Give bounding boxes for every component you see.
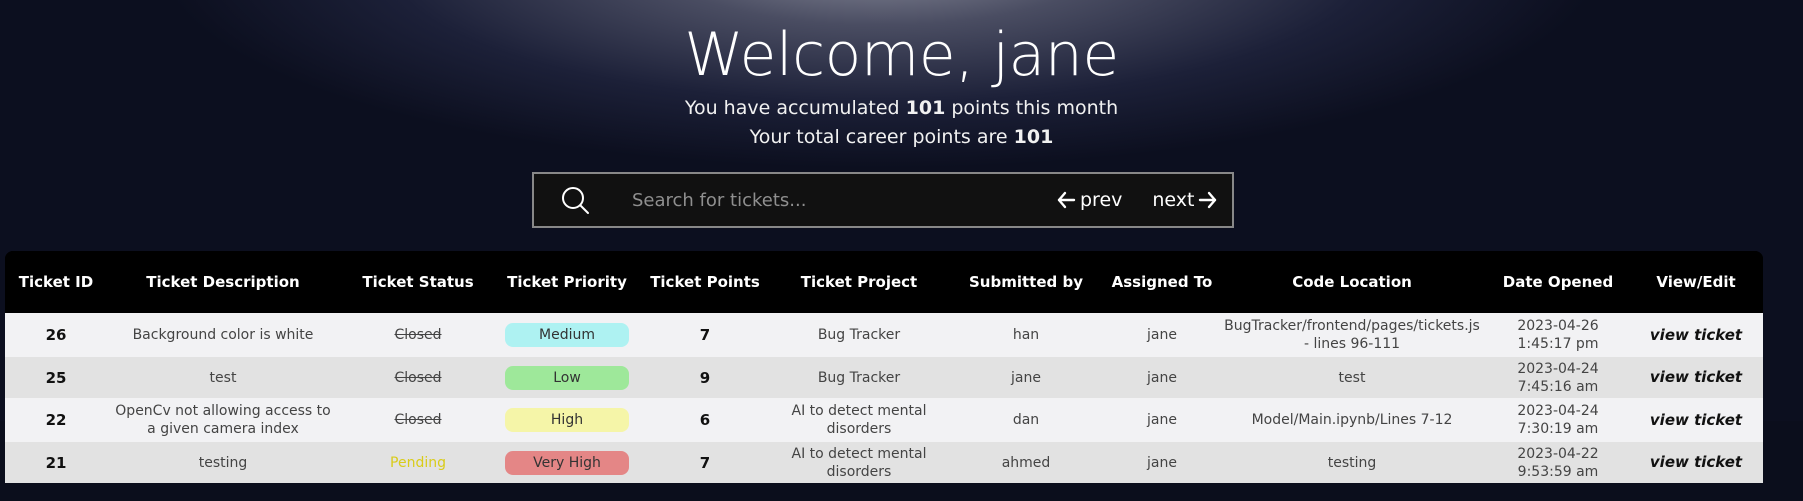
header-assigned-to[interactable]: Assigned To [1107,251,1217,313]
view-ticket-link[interactable]: view ticket [1650,411,1742,429]
tickets-table-container: Ticket ID Ticket Description Ticket Stat… [5,251,1763,483]
view-edit-cell: view ticket [1629,442,1763,483]
assigned-to-cell: jane [1107,313,1217,357]
view-ticket-link[interactable]: view ticket [1650,453,1742,471]
search-input[interactable] [630,188,1024,212]
ticket-points-cell: 6 [637,398,773,442]
submitted-by-cell: ahmed [945,442,1107,483]
career-points-value: 101 [1013,126,1054,148]
ticket-status-cell: Closed [339,313,497,357]
header-ticket-id[interactable]: Ticket ID [5,251,107,313]
ticket-id-cell: 22 [5,398,107,442]
next-page-button[interactable]: next [1152,189,1218,211]
pagination: prev next [1056,189,1218,211]
ticket-points-cell: 7 [637,442,773,483]
view-edit-cell: view ticket [1629,313,1763,357]
header-ticket-project[interactable]: Ticket Project [773,251,945,313]
ticket-search-bar: prev next [532,172,1234,228]
header-ticket-points[interactable]: Ticket Points [637,251,773,313]
table-row[interactable]: 25 test Closed Low 9 Bug Tracker jane ja… [5,357,1763,398]
header-submitted-by[interactable]: Submitted by [945,251,1107,313]
ticket-description-cell: Background color is white [107,313,339,357]
priority-badge-medium: Medium [505,323,629,347]
next-page-label: next [1152,189,1195,211]
ticket-status-cell: Closed [339,357,497,398]
ticket-points-cell: 9 [637,357,773,398]
assigned-to-cell: jane [1107,357,1217,398]
header-ticket-priority[interactable]: Ticket Priority [497,251,637,313]
monthly-points-value: 101 [905,97,946,119]
arrow-left-icon [1056,190,1076,210]
ticket-status-cell: Closed [339,398,497,442]
monthly-points-suffix: points this month [945,97,1119,119]
header-code-location[interactable]: Code Location [1217,251,1487,313]
status-closed-text: Closed [394,327,442,343]
ticket-points-cell: 7 [637,313,773,357]
priority-badge-very-high: Very High [505,450,629,475]
table-row[interactable]: 26 Background color is white Closed Medi… [5,313,1763,357]
career-points-text: Your total career points are 101 [0,123,1803,152]
priority-badge-high: High [505,408,629,432]
assigned-to-cell: jane [1107,442,1217,483]
date-opened-cell: 2023-04-24 7:45:16 am [1487,357,1629,398]
page: Welcome, jane You have accumulated 101 p… [0,0,1803,501]
monthly-points-prefix: You have accumulated [684,97,906,119]
view-ticket-link[interactable]: view ticket [1650,368,1742,386]
ticket-project-cell: AI to detect mental disorders [773,442,945,483]
date-opened-cell: 2023-04-24 7:30:19 am [1487,398,1629,442]
code-location-cell: test [1217,357,1487,398]
career-points-prefix: Your total career points are [749,126,1014,148]
date-opened-cell: 2023-04-26 1:45:17 pm [1487,313,1629,357]
welcome-section: Welcome, jane You have accumulated 101 p… [0,0,1803,152]
table-row[interactable]: 22 OpenCv not allowing access to a given… [5,398,1763,442]
ticket-priority-cell: Medium [497,313,637,357]
monthly-points-text: You have accumulated 101 points this mon… [0,94,1803,123]
ticket-id-cell: 26 [5,313,107,357]
header-ticket-status[interactable]: Ticket Status [339,251,497,313]
status-pending-text: Pending [390,454,446,471]
status-closed-text: Closed [394,412,442,428]
ticket-id-cell: 25 [5,357,107,398]
view-edit-cell: view ticket [1629,398,1763,442]
arrow-right-icon [1198,190,1218,210]
assigned-to-cell: jane [1107,398,1217,442]
header-view-edit[interactable]: View/Edit [1629,251,1763,313]
header-ticket-description[interactable]: Ticket Description [107,251,339,313]
view-edit-cell: view ticket [1629,357,1763,398]
code-location-cell: Model/Main.ipynb/Lines 7-12 [1217,398,1487,442]
prev-page-button[interactable]: prev [1056,189,1122,211]
ticket-description-cell: OpenCv not allowing access to a given ca… [107,398,339,442]
ticket-project-cell: AI to detect mental disorders [773,398,945,442]
table-header-row: Ticket ID Ticket Description Ticket Stat… [5,251,1763,313]
ticket-description-cell: testing [107,442,339,483]
table-row[interactable]: 21 testing Pending Very High 7 AI to det… [5,442,1763,483]
ticket-priority-cell: Very High [497,442,637,483]
ticket-project-cell: Bug Tracker [773,357,945,398]
ticket-priority-cell: High [497,398,637,442]
ticket-id-cell: 21 [5,442,107,483]
submitted-by-cell: dan [945,398,1107,442]
header-date-opened[interactable]: Date Opened [1487,251,1629,313]
ticket-description-cell: test [107,357,339,398]
view-ticket-link[interactable]: view ticket [1650,326,1742,344]
ticket-priority-cell: Low [497,357,637,398]
prev-page-label: prev [1080,189,1123,211]
status-closed-text: Closed [394,369,442,386]
priority-badge-low: Low [505,365,629,390]
welcome-heading: Welcome, jane [684,20,1119,90]
code-location-cell: BugTracker/frontend/pages/tickets.js - l… [1217,313,1487,357]
submitted-by-cell: han [945,313,1107,357]
ticket-project-cell: Bug Tracker [773,313,945,357]
submitted-by-cell: jane [945,357,1107,398]
ticket-status-cell: Pending [339,442,497,483]
search-icon[interactable] [560,185,590,215]
date-opened-cell: 2023-04-22 9:53:59 am [1487,442,1629,483]
tickets-table: Ticket ID Ticket Description Ticket Stat… [5,251,1763,483]
code-location-cell: testing [1217,442,1487,483]
